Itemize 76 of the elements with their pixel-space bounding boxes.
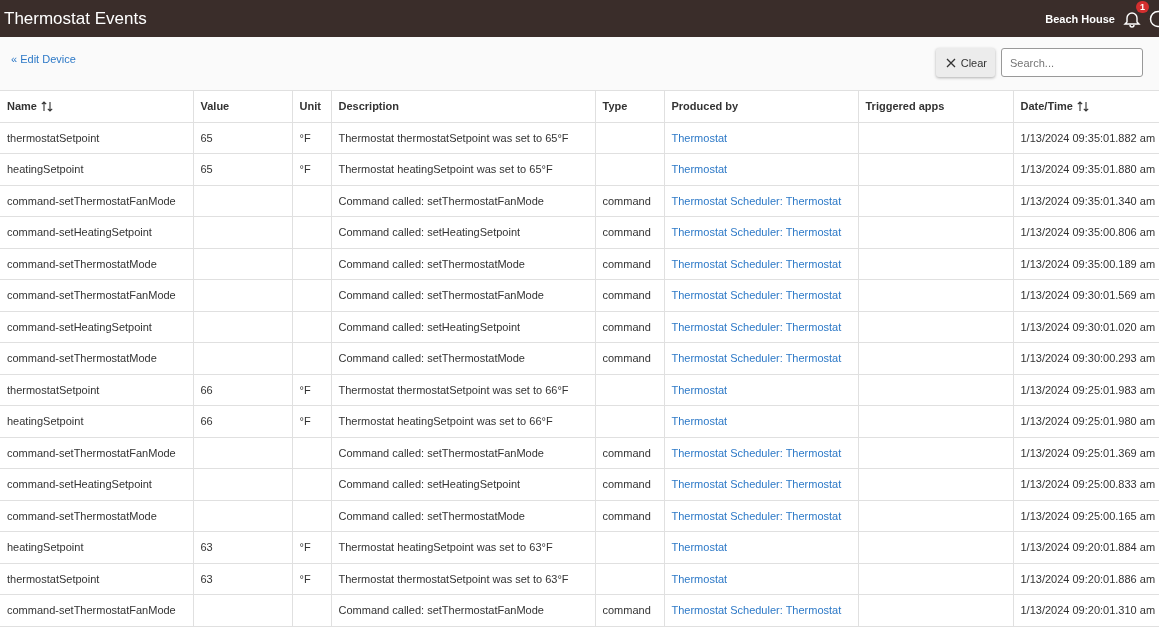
table-cell: °F — [292, 122, 331, 154]
table-cell: 63 — [193, 563, 292, 595]
table-cell: Thermostat thermostatSetpoint was set to 66°F — [331, 374, 595, 406]
table-cell: Command called: setThermostatFanMode — [331, 279, 595, 311]
table-cell: °F — [292, 374, 331, 406]
table-cell: Command called: setThermostatMode — [331, 500, 595, 532]
table-cell: 65 — [193, 153, 292, 185]
table-cell: Command called: setThermostatMode — [331, 342, 595, 374]
table-cell: Thermostat heatingSetpoint was set to 63°F — [331, 531, 595, 563]
device-link[interactable]: Thermostat — [671, 541, 728, 554]
table-cell: Thermostat heatingSetpoint was set to 65°F — [331, 153, 595, 185]
table-cell: Command called: setThermostatFanMode — [331, 185, 595, 217]
table-cell: command-setThermostatFanMode — [0, 594, 193, 626]
table-cell: Thermostat thermostatSetpoint was set to 63°F — [331, 563, 595, 595]
table-cell: command — [595, 248, 664, 280]
table-cell: heatingSetpoint — [0, 405, 193, 437]
device-link[interactable]: Thermostat — [671, 163, 728, 176]
table-cell: command — [595, 342, 664, 374]
table-cell: command — [595, 500, 664, 532]
table-cell: Command called: setHeatingSetpoint — [331, 311, 595, 343]
location-name: Beach House — [1045, 12, 1115, 25]
table-cell: command — [595, 311, 664, 343]
close-icon — [945, 57, 956, 68]
table-cell: heatingSetpoint — [0, 153, 193, 185]
table-cell: command-setHeatingSetpoint — [0, 311, 193, 343]
table-cell: command — [595, 594, 664, 626]
column-header[interactable]: Unit — [292, 90, 331, 122]
notification-badge: 1 — [1136, 0, 1149, 13]
column-header[interactable]: Name — [0, 90, 193, 122]
table-cell: Command called: setThermostatFanMode — [331, 594, 595, 626]
table-cell: Command called: setThermostatFanMode — [331, 437, 595, 469]
table-cell: command-setThermostatFanMode — [0, 437, 193, 469]
table-cell: command-setThermostatFanMode — [0, 185, 193, 217]
table-cell: command-setHeatingSetpoint — [0, 468, 193, 500]
table-cell: °F — [292, 563, 331, 595]
table-cell: command — [595, 279, 664, 311]
table-cell: °F — [292, 531, 331, 563]
device-link[interactable]: Thermostat — [671, 131, 728, 144]
column-header[interactable]: Produced by — [664, 90, 858, 122]
table-cell: Command called: setHeatingSetpoint — [331, 216, 595, 248]
column-header[interactable]: Type — [595, 90, 664, 122]
search-field[interactable]: Search... — [1001, 48, 1143, 77]
table-cell: Thermostat heatingSetpoint was set to 66°F — [331, 405, 595, 437]
table-cell: 66 — [193, 374, 292, 406]
column-header[interactable]: Date/Time — [1013, 90, 1159, 122]
table-cell: °F — [292, 405, 331, 437]
table-cell: thermostatSetpoint — [0, 122, 193, 154]
table-cell: command-setThermostatMode — [0, 248, 193, 280]
device-link[interactable]: Thermostat — [671, 415, 728, 428]
clear-button[interactable]: Clear — [935, 48, 995, 77]
table-cell: Command called: setHeatingSetpoint — [331, 468, 595, 500]
table-cell: Command called: setThermostatMode — [331, 248, 595, 280]
table-cell: command — [595, 437, 664, 469]
table-cell: 63 — [193, 531, 292, 563]
edit-device-link[interactable]: « Edit Device — [11, 53, 76, 65]
table-cell: 66 — [193, 405, 292, 437]
table-cell: command — [595, 216, 664, 248]
table-cell: command-setThermostatFanMode — [0, 279, 193, 311]
table-cell: command-setThermostatMode — [0, 342, 193, 374]
table-cell: command — [595, 185, 664, 217]
column-header[interactable]: Value — [193, 90, 292, 122]
device-link[interactable]: Thermostat — [671, 572, 728, 585]
table-cell: heatingSetpoint — [0, 531, 193, 563]
column-header[interactable]: Description — [331, 90, 595, 122]
table-cell: command-setHeatingSetpoint — [0, 216, 193, 248]
table-cell: 65 — [193, 122, 292, 154]
page-title: Thermostat Events — [4, 8, 147, 29]
table-cell: thermostatSetpoint — [0, 374, 193, 406]
table-cell: thermostatSetpoint — [0, 563, 193, 595]
notification-bell-icon[interactable] — [1123, 9, 1141, 28]
table-cell: command-setThermostatMode — [0, 500, 193, 532]
table-cell: command — [595, 468, 664, 500]
table-cell: °F — [292, 153, 331, 185]
device-link[interactable]: Thermostat — [671, 383, 728, 396]
column-header[interactable]: Triggered apps — [858, 90, 1013, 122]
table-cell: Thermostat thermostatSetpoint was set to 65°F — [331, 122, 595, 154]
